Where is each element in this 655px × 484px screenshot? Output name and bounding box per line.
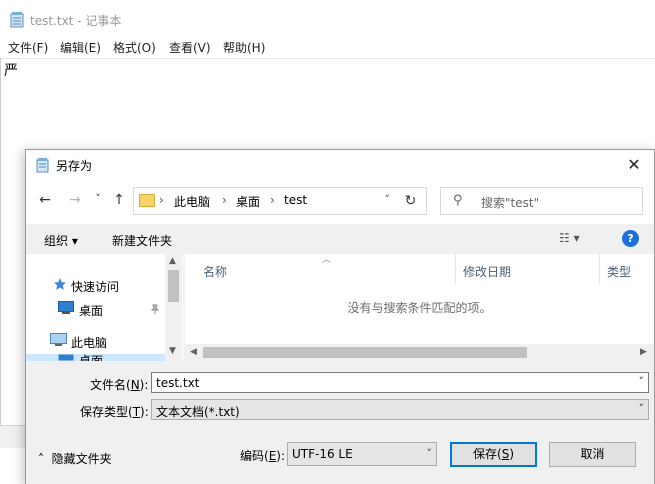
column-header-name[interactable]: 名称 (203, 263, 227, 280)
file-list-horizontal-scrollbar[interactable]: ◀ ▶ (185, 344, 654, 361)
dialog-titlebar: 另存为 ✕ (26, 150, 654, 180)
search-icon: ⚲ (453, 193, 463, 208)
cancel-button[interactable]: 取消 (549, 442, 636, 467)
scroll-right-arrow-icon[interactable]: ▶ (640, 347, 647, 357)
recent-locations-chevron-icon[interactable]: ˅ (88, 192, 108, 205)
column-header-type[interactable]: 类型 (607, 263, 631, 280)
hide-folders-label: 隐藏文件夹 (51, 452, 112, 466)
column-divider[interactable] (455, 254, 456, 284)
notepad-app-icon (10, 12, 24, 28)
breadcrumb-separator[interactable]: › (270, 193, 275, 207)
encoding-value: UTF-16 LE (292, 447, 353, 461)
notepad-text-content[interactable]: 严 (4, 60, 18, 80)
navigation-pane: 快速访问 桌面 此电脑 桌面 (26, 254, 183, 361)
notepad-app-icon (36, 158, 49, 173)
nav-item-label: 快速访问 (71, 280, 120, 294)
new-folder-button[interactable]: 新建文件夹 (112, 232, 172, 249)
desktop-icon (58, 354, 74, 361)
menu-edit[interactable]: 编辑(E) (60, 39, 101, 56)
nav-item-label: 此电脑 (71, 336, 108, 350)
help-icon[interactable]: ? (622, 230, 639, 247)
menu-view[interactable]: 查看(V) (169, 39, 211, 56)
refresh-icon[interactable]: ↻ (395, 187, 427, 215)
pin-icon[interactable] (150, 304, 160, 314)
computer-icon (50, 333, 67, 346)
nav-pane-scrollbar[interactable]: ▲ ▼ (165, 254, 182, 361)
save-as-dialog: 另存为 ✕ ← → ˅ ↑ › 此电脑 › 桌面 › test ˅ ↻ ⚲ 搜索… (25, 149, 655, 484)
sort-ascending-icon: ︿ (322, 255, 332, 265)
desktop-icon (58, 301, 74, 314)
chevron-up-icon: ˄ (38, 452, 44, 466)
encoding-select[interactable]: UTF-16 LE ˅ (287, 442, 437, 466)
chevron-down-icon[interactable]: ˅ (427, 447, 433, 460)
scroll-down-arrow-icon[interactable]: ▼ (169, 346, 176, 356)
scroll-up-arrow-icon[interactable]: ▲ (169, 256, 176, 266)
notepad-title: test.txt - 记事本 (30, 14, 122, 28)
breadcrumb-separator[interactable]: › (222, 193, 227, 207)
forward-arrow-icon[interactable]: → (65, 192, 85, 208)
menu-file[interactable]: 文件(F) (8, 39, 48, 56)
notepad-titlebar: test.txt - 记事本 (0, 0, 655, 36)
chevron-down-icon[interactable]: ˅ (639, 402, 645, 415)
star-icon (54, 278, 66, 290)
breadcrumb-desktop[interactable]: 桌面 (236, 193, 260, 210)
breadcrumb-separator[interactable]: › (159, 193, 164, 207)
filetype-label: 保存类型(T): (80, 405, 149, 419)
empty-folder-message: 没有与搜索条件匹配的项。 (347, 301, 492, 315)
back-arrow-icon[interactable]: ← (35, 192, 55, 208)
chevron-down-icon[interactable]: ˅ (639, 375, 645, 388)
address-bar[interactable]: › 此电脑 › 桌面 › test ˅ (133, 187, 397, 215)
navigation-row: ← → ˅ ↑ › 此电脑 › 桌面 › test ˅ ↻ ⚲ 搜索"test" (26, 180, 654, 224)
breadcrumb-this-pc[interactable]: 此电脑 (174, 193, 210, 210)
dialog-title: 另存为 (56, 159, 93, 173)
encoding-label: 编码(E): (240, 449, 286, 463)
command-bar: 组织 ▾ 新建文件夹 ☷ ▾ ? (26, 224, 654, 254)
menu-help[interactable]: 帮助(H) (223, 39, 265, 56)
filetype-value: 文本文档(*.txt) (156, 405, 240, 419)
filename-value: test.txt (156, 376, 200, 390)
notepad-menubar: 文件(F) 编辑(E) 格式(O) 查看(V) 帮助(H) (0, 36, 655, 59)
breadcrumb-test[interactable]: test (284, 193, 307, 207)
hide-folders-toggle[interactable]: ˄ 隐藏文件夹 (38, 450, 112, 467)
folder-icon (139, 194, 155, 207)
filename-input[interactable]: test.txt ˅ (151, 372, 649, 393)
notepad-statusbar (0, 425, 27, 448)
search-placeholder: 搜索"test" (481, 196, 540, 210)
scroll-left-arrow-icon[interactable]: ◀ (190, 347, 197, 357)
column-divider[interactable] (599, 254, 600, 284)
view-options-button[interactable]: ☷ ▾ (559, 231, 580, 245)
close-icon[interactable]: ✕ (614, 150, 654, 180)
save-button[interactable]: 保存(S) (450, 442, 537, 467)
organize-button[interactable]: 组织 ▾ (44, 232, 78, 249)
filetype-select[interactable]: 文本文档(*.txt) ˅ (151, 399, 649, 420)
nav-item-label: 桌面 (79, 354, 104, 361)
address-dropdown-chevron-icon[interactable]: ˅ (385, 193, 391, 206)
nav-item-desktop[interactable]: 桌面 (26, 354, 165, 361)
menu-format[interactable]: 格式(O) (113, 39, 156, 56)
up-arrow-icon[interactable]: ↑ (109, 192, 129, 208)
scrollbar-thumb[interactable] (168, 270, 179, 302)
column-header-modified[interactable]: 修改日期 (463, 263, 511, 280)
filename-label: 文件名(N): (90, 378, 149, 392)
notepad-edge (0, 58, 1, 448)
nav-item-label: 桌面 (79, 304, 104, 318)
file-list: ︿ 名称 修改日期 类型 没有与搜索条件匹配的项。 ◀ ▶ (185, 254, 654, 361)
search-box[interactable]: ⚲ 搜索"test" (440, 187, 643, 215)
scrollbar-thumb[interactable] (203, 347, 527, 358)
